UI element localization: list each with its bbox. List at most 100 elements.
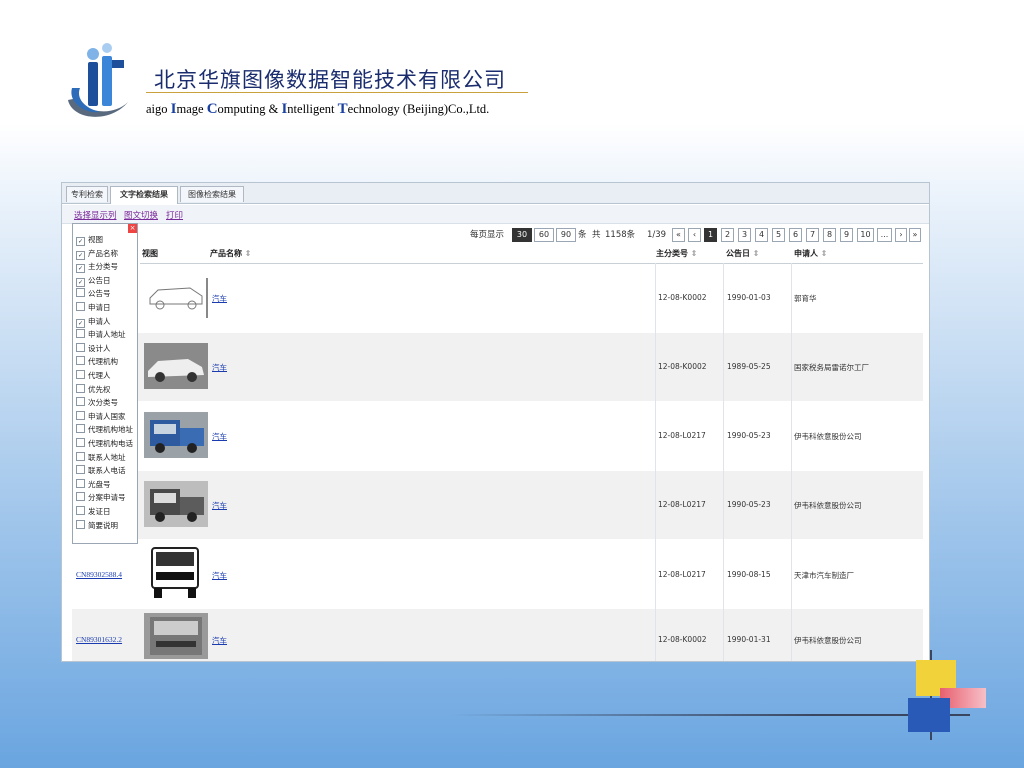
first-page-button[interactable]: « [672,228,685,242]
checkbox[interactable] [76,478,85,488]
column-option[interactable]: 联系人地址 [76,451,126,464]
checkbox[interactable]: ✓ [76,277,85,287]
page-button-5[interactable]: 5 [772,228,785,242]
column-option[interactable]: 光盘号 [76,478,111,491]
applicant-cell: 国家税务局雷诺尔工厂 [794,363,869,372]
column-option-label: 视图 [88,235,103,244]
col-header-class[interactable]: 主分类号 ⇕ [656,245,698,263]
sort-icon: ⇕ [752,249,760,258]
page-size-90[interactable]: 90 [556,228,576,242]
page-button-1[interactable]: 1 [704,228,717,242]
close-icon[interactable]: × [128,224,137,233]
toggle-view-link[interactable]: 图文切换 [124,209,158,221]
page-size-30[interactable]: 30 [512,228,532,242]
checkbox[interactable] [76,451,85,461]
product-name-link[interactable]: 汽车 [212,500,227,511]
column-option[interactable]: 代理机构 [76,356,118,368]
page-button-10[interactable]: 10 [857,228,874,242]
table-row[interactable]: 汽车 12-08-L0217 1990-05-23 伊韦科依意股份公司 [72,471,923,539]
sort-icon: ⇕ [820,249,828,258]
column-option[interactable]: ✓ 公告日 [76,275,111,287]
checkbox[interactable] [76,370,85,379]
page-button-4[interactable]: 4 [755,228,768,242]
applicant-cell: 伊韦科依意股份公司 [794,432,862,441]
col-header-applicant[interactable]: 申请人 ⇕ [794,245,828,263]
column-option[interactable]: 申请人国家 [76,410,126,423]
checkbox[interactable] [76,506,85,515]
table-row[interactable]: 汽车 12-08-K0002 1990-01-03 郭育华 [72,264,923,332]
column-option[interactable]: 发证日 [76,506,111,518]
page-button-6[interactable]: 6 [789,228,802,242]
class-cell: 12-08-K0002 [658,362,707,371]
table-row[interactable]: CN89302588.4 汽车 12-08-L0217 1990-08-15 天… [72,540,923,608]
applicant-cell: 郭育华 [794,294,817,303]
column-option[interactable]: 次分类号 [76,397,118,409]
column-option[interactable]: 简要说明 [76,519,118,532]
checkbox[interactable] [76,329,85,339]
column-option[interactable]: ✓ 产品名称 [76,248,118,260]
page-button-7[interactable]: 7 [806,228,819,242]
checkbox[interactable] [76,519,85,529]
column-divider [723,263,724,661]
checkbox[interactable] [76,302,85,311]
checkbox[interactable]: ✓ [76,237,85,246]
column-option[interactable]: 设计人 [76,342,111,355]
patent-id-link[interactable]: CN89302588.4 [76,570,122,579]
page-ellipsis-button[interactable]: ... [877,228,892,242]
column-option[interactable]: 优先权 [76,383,111,396]
checkbox[interactable]: ✓ [76,264,85,274]
table-row[interactable]: CN89301632.2 汽车 12-08-K0002 1990-01-31 伊… [72,609,923,661]
tab-patent-search[interactable]: 专利检索 [66,186,108,202]
product-name-link[interactable]: 汽车 [212,431,227,442]
page-button-9[interactable]: 9 [840,228,853,242]
checkbox[interactable]: ✓ [76,318,85,328]
prev-page-button[interactable]: ‹ [688,228,701,242]
per-page-label: 每页显示 [470,230,505,240]
checkbox[interactable] [76,410,85,420]
product-name-link[interactable]: 汽车 [212,570,227,581]
checkbox[interactable] [76,288,85,298]
column-option[interactable]: 代理机构电话 [76,438,133,450]
patent-id-link[interactable]: CN89301632.2 [76,635,122,644]
column-option[interactable]: ✓ 申请人 [76,316,111,328]
col-header-name[interactable]: 产品名称 ⇕ [210,245,252,263]
column-option[interactable]: 申请人地址 [76,329,126,341]
checkbox[interactable]: ✓ [76,250,85,260]
page-button-8[interactable]: 8 [823,228,836,242]
column-option[interactable]: 联系人电话 [76,465,126,477]
last-page-button[interactable]: » [909,228,921,242]
page-size-60[interactable]: 60 [534,228,554,242]
page-button-3[interactable]: 3 [738,228,751,242]
column-option[interactable]: ✓ 视图 [76,234,103,246]
select-columns-link[interactable]: 选择显示列 [74,209,117,221]
checkbox[interactable] [76,492,85,502]
column-option[interactable]: ✓ 主分类号 [76,261,118,274]
checkbox[interactable] [76,356,85,366]
col-header-date[interactable]: 公告日 ⇕ [726,245,760,263]
checkbox[interactable] [76,424,85,434]
column-option[interactable]: 分案申请号 [76,492,126,504]
tab-image-results[interactable]: 图像检索结果 [180,186,244,202]
checkbox[interactable] [76,342,85,352]
product-name-link[interactable]: 汽车 [212,635,227,646]
checkbox[interactable] [76,383,85,393]
column-option[interactable]: 代理人 [76,370,111,382]
next-page-button[interactable]: › [895,228,907,242]
table-row[interactable]: 汽车 12-08-L0217 1990-05-23 伊韦科依意股份公司 [72,402,923,470]
table-row[interactable]: 汽车 12-08-K0002 1989-05-25 国家税务局雷诺尔工厂 [72,333,923,401]
checkbox[interactable] [76,397,85,407]
print-link[interactable]: 打印 [166,209,183,221]
column-option-label: 代理人 [88,371,111,380]
truck-photo-thumbnail [144,412,208,458]
column-option[interactable]: 申请日 [76,302,111,314]
column-option[interactable]: 公告号 [76,288,111,300]
checkbox[interactable] [76,438,85,447]
column-option[interactable]: 代理机构地址 [76,424,133,436]
product-name-link[interactable]: 汽车 [212,362,227,373]
product-name-link[interactable]: 汽车 [212,293,227,304]
decorative-line [450,714,970,716]
page-button-2[interactable]: 2 [721,228,734,242]
checkbox[interactable] [76,465,85,475]
tab-text-results[interactable]: 文字检索结果 [110,186,178,204]
col-header-view[interactable]: 视图 [142,245,158,263]
